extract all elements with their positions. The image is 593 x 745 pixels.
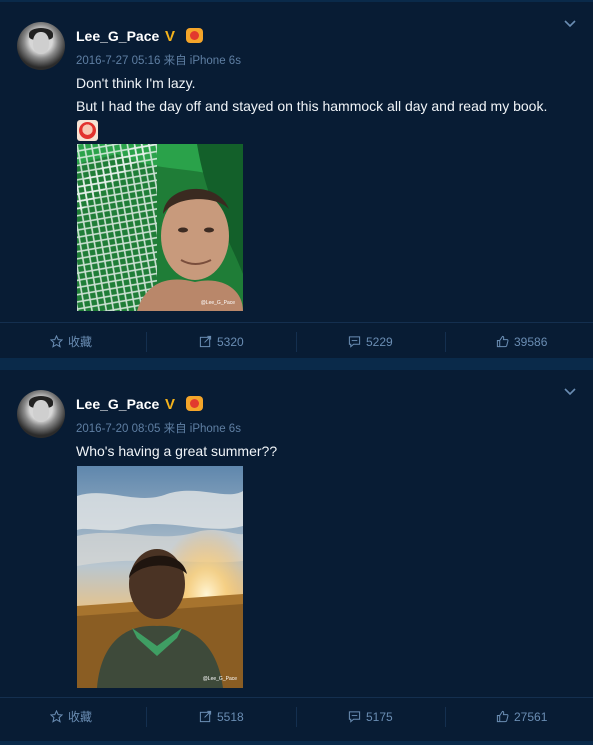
divider [296,707,297,727]
post-meta[interactable]: 2016-7-20 08:05 来自 iPhone 6s [76,420,241,436]
divider [146,332,147,352]
vip-icon [186,396,203,411]
post-photo[interactable]: @Lee_G_Pace [77,144,243,311]
favorite-label: 收藏 [68,335,93,349]
sunset-selfie-image: @Lee_G_Pace [77,466,243,688]
divider [445,707,446,727]
repost-icon [199,710,212,723]
username[interactable]: Lee_G_Pace [76,396,159,412]
divider [146,707,147,727]
thumbs-up-icon [496,710,509,723]
hammock-selfie-image: @Lee_G_Pace [77,144,243,311]
photo-watermark: @Lee_G_Pace [203,676,237,682]
post-text-line: Who's having a great summer?? [76,443,278,459]
post-text-line: But I had the day off and stayed on this… [76,98,548,114]
avatar[interactable] [17,22,65,70]
avatar-face [33,400,49,422]
emoji-icon [77,120,98,141]
comment-count: 5229 [366,335,393,349]
repost-count: 5320 [217,335,244,349]
repost-count: 5518 [217,710,244,724]
comment-count: 5175 [366,710,393,724]
action-bar: 收藏 5320 5229 39586 [0,322,593,361]
photo-watermark: @Lee_G_Pace [201,300,235,306]
star-icon [50,710,63,723]
chevron-down-icon[interactable] [563,16,577,30]
repost-icon [199,335,212,348]
post-meta[interactable]: 2016-7-27 05:16 来自 iPhone 6s [76,52,241,68]
verified-icon: V [165,28,176,45]
username[interactable]: Lee_G_Pace [76,28,159,44]
divider [296,332,297,352]
star-icon [50,335,63,348]
chevron-down-icon[interactable] [563,384,577,398]
avatar-face [33,32,49,54]
post-photo[interactable]: @Lee_G_Pace [77,466,243,688]
verified-icon: V [165,396,176,413]
like-count: 39586 [514,335,548,349]
weibo-post-2: Lee_G_Pace V 2016-7-20 08:05 来自 iPhone 6… [0,370,593,741]
weibo-post-1: Lee_G_Pace V 2016-7-27 05:16 来自 iPhone 6… [0,2,593,358]
comment-icon [348,711,361,723]
action-bar: 收藏 5518 5175 27561 [0,697,593,736]
thumbs-up-icon [496,335,509,348]
comment-icon [348,336,361,348]
like-count: 27561 [514,710,548,724]
post-text-line: Don't think I'm lazy. [76,75,196,91]
avatar[interactable] [17,390,65,438]
vip-icon [186,28,203,43]
favorite-label: 收藏 [68,710,93,724]
divider [445,332,446,352]
